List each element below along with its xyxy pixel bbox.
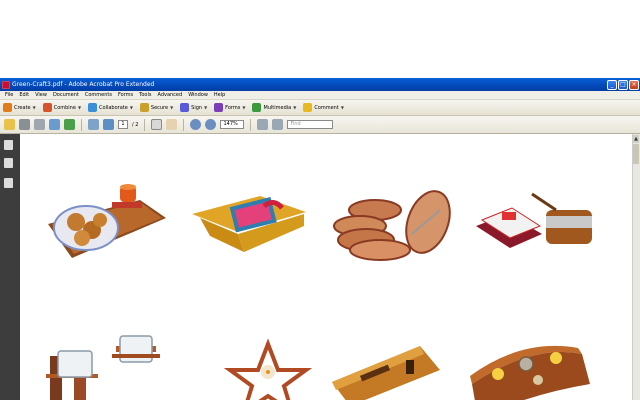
fit-width-icon[interactable] [272, 119, 284, 130]
combine-button[interactable]: Combine ▼ [42, 103, 81, 112]
hand-tool-icon[interactable] [166, 119, 178, 130]
comment-icon [303, 103, 313, 112]
window-titlebar[interactable]: Green-Craft3.pdf - Adobe Acrobat Pro Ext… [0, 78, 640, 91]
menu-tools[interactable]: Tools [136, 91, 154, 99]
forms-label: Forms [225, 104, 241, 111]
menu-help[interactable]: Help [211, 91, 228, 99]
tasks-toolbar: Create ▼ Combine ▼ Collaborate ▼ Secure ▼ Si… [0, 100, 640, 116]
page-total: / 2 [132, 121, 139, 128]
create-icon [3, 103, 12, 112]
select-tool-icon[interactable] [151, 119, 163, 130]
create-label: Create [14, 104, 31, 111]
pen-icon [180, 103, 190, 112]
open-folder-icon[interactable] [4, 119, 15, 130]
fit-page-icon[interactable] [257, 119, 269, 130]
collaborate-icon [88, 103, 98, 112]
desktop-blank-area [0, 0, 640, 78]
multimedia-label: Multimedia [263, 104, 292, 111]
separator [144, 118, 146, 131]
menu-advanced[interactable]: Advanced [154, 91, 185, 99]
pages-panel-icon[interactable] [4, 140, 13, 150]
zoom-in-icon[interactable] [205, 119, 217, 130]
secure-label: Secure [150, 104, 169, 111]
separator [81, 118, 82, 131]
menu-forms[interactable]: Forms [115, 91, 136, 99]
save-icon[interactable] [34, 119, 45, 130]
signatures-panel-icon[interactable] [4, 178, 13, 188]
document-page [20, 134, 632, 404]
next-page-icon[interactable] [103, 119, 114, 130]
menu-file[interactable]: File [2, 91, 16, 99]
collaborate-label: Collaborate [99, 104, 128, 111]
craft-image-tray-with-cookies [48, 184, 166, 258]
forms-button[interactable]: Forms ▼ [214, 103, 245, 112]
craft-image-yellow-bamboo-basket [192, 196, 306, 252]
craft-image-star-candle-holder [223, 338, 313, 404]
multimedia-button[interactable]: Multimedia ▼ [252, 103, 296, 112]
create-button[interactable]: Create ▼ [3, 103, 36, 112]
combine-icon [42, 103, 52, 112]
collaborate-button[interactable]: Collaborate ▼ [88, 103, 133, 112]
menu-comments[interactable]: Comments [82, 91, 115, 99]
menu-document[interactable]: Document [50, 91, 82, 99]
vertical-scrollbar[interactable] [632, 134, 640, 400]
sign-label: Sign [191, 104, 203, 111]
menu-bar: File Edit View Document Comments Forms T… [0, 91, 640, 100]
craft-image-candle-holders-on-sticks [46, 335, 160, 400]
minimize-button[interactable]: _ [607, 79, 617, 90]
page-number-input[interactable]: 1 [118, 120, 128, 129]
craft-image-woven-oval-baskets [333, 190, 451, 261]
zoom-input[interactable]: 147% [220, 120, 245, 129]
lock-icon [139, 103, 149, 112]
navigation-pane [0, 134, 20, 400]
scroll-thumb[interactable] [633, 144, 639, 164]
sign-button[interactable]: Sign ▼ [180, 103, 207, 112]
close-button[interactable]: × [629, 79, 639, 90]
attachments-panel-icon[interactable] [4, 158, 13, 168]
forms-icon [214, 103, 224, 112]
secure-button[interactable]: Secure ▼ [139, 103, 173, 112]
comment-button[interactable]: Comment ▼ [303, 103, 344, 112]
menu-window[interactable]: Window [185, 91, 211, 99]
window-title: Green-Craft3.pdf - Adobe Acrobat Pro Ext… [12, 81, 155, 88]
previous-page-icon[interactable] [88, 119, 99, 130]
maximize-button[interactable]: □ [618, 79, 628, 90]
find-input[interactable]: Find [287, 120, 334, 129]
navigation-toolbar: 1 / 2 147% Find [0, 116, 640, 134]
acrobat-app-icon [2, 80, 10, 89]
email-icon[interactable] [49, 119, 60, 130]
comment-label: Comment [314, 104, 339, 111]
print-icon[interactable] [19, 119, 30, 130]
menu-edit[interactable]: Edit [16, 91, 32, 99]
web-icon[interactable] [64, 119, 75, 130]
menu-view[interactable]: View [32, 91, 50, 99]
separator [250, 118, 252, 131]
multimedia-icon [252, 103, 262, 112]
zoom-out-icon[interactable] [190, 119, 202, 130]
craft-image-matchbox-holder-with-ashtray [476, 192, 592, 248]
scroll-up-arrow[interactable]: ▲ [633, 135, 639, 143]
separator [183, 118, 185, 131]
craft-image-bamboo-pen-stand [332, 346, 440, 404]
combine-label: Combine [53, 104, 76, 111]
craft-image-log-candle-holder [470, 345, 590, 404]
